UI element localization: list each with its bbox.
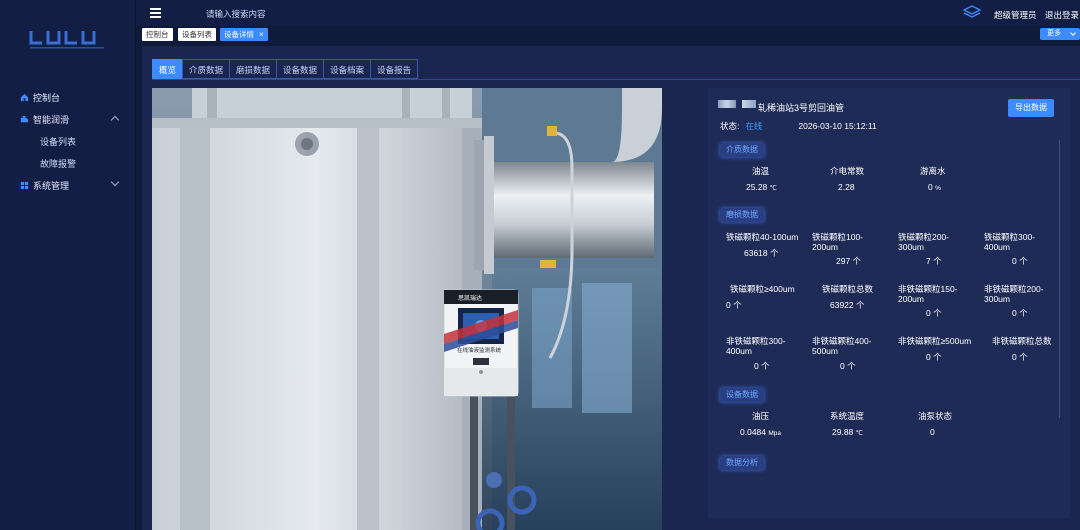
wear-value: 0 个 bbox=[1012, 352, 1028, 362]
sidebar-item-console[interactable]: 控制台 bbox=[0, 86, 136, 108]
chevron-down-icon bbox=[1070, 30, 1076, 36]
equipment-label: 系统温度 bbox=[830, 411, 865, 421]
device-photo: 思凯瑞达 在线油液监测系统 bbox=[152, 88, 662, 530]
close-icon[interactable]: × bbox=[259, 30, 264, 39]
more-dropdown[interactable]: 更多 bbox=[1040, 28, 1080, 40]
wear-label: 铁磁颗粒总数 bbox=[822, 284, 874, 294]
chevron-up-icon bbox=[110, 115, 120, 125]
main-panel: 概览 介质数据 磨损数据 设备数据 设备档案 设备报告 思凯瑞达 在线油液监测系… bbox=[142, 46, 1080, 530]
tag-device-detail[interactable]: 设备详情 × bbox=[220, 28, 268, 41]
sidebar-item-system-management[interactable]: 系统管理 bbox=[0, 174, 136, 196]
section-wear-data[interactable]: 磨损数据 bbox=[720, 208, 764, 222]
medium-label: 介电常数 bbox=[830, 166, 865, 176]
wear-label: 非铁磁颗粒200-300um bbox=[984, 284, 1044, 304]
sidebar-item-label: 智能润滑 bbox=[33, 114, 70, 125]
medium-label: 油温 bbox=[752, 166, 770, 176]
wear-label: 非铁磁颗粒300-400um bbox=[726, 336, 786, 356]
equipment-value: 0.0484 Mpa bbox=[740, 427, 782, 437]
wear-label: 非铁磁颗粒400-500um bbox=[812, 336, 872, 356]
sidebar-item-label: 系统管理 bbox=[33, 180, 70, 191]
sidebar-item-label: 控制台 bbox=[33, 92, 61, 103]
monitor-brand: 思凯瑞达 bbox=[458, 294, 482, 302]
scroll-track bbox=[1059, 140, 1060, 418]
sidebar-item-smart-lubrication[interactable]: 智能润滑 bbox=[0, 108, 136, 130]
export-data-button[interactable]: 导出数据 bbox=[1008, 99, 1054, 117]
device-name: 轧稀油站3号剪回油管 bbox=[758, 103, 845, 113]
brand-logo bbox=[29, 31, 104, 49]
grid-icon bbox=[20, 181, 29, 189]
section-equipment-data[interactable]: 设备数据 bbox=[720, 388, 764, 402]
wear-label: 铁磁颗粒40-100um bbox=[726, 232, 799, 242]
sidebar-item-device-list[interactable]: 设备列表 bbox=[0, 130, 136, 152]
wear-value: 297 个 bbox=[836, 256, 862, 266]
lubrication-icon bbox=[20, 115, 29, 122]
search-input[interactable]: 请输入搜索内容 bbox=[206, 8, 266, 20]
wear-label: 铁磁颗粒300-400um bbox=[984, 232, 1036, 252]
redacted-name-part bbox=[742, 100, 756, 108]
sidebar-item-label: 故障报警 bbox=[40, 158, 77, 169]
status-label: 状态: bbox=[720, 121, 740, 131]
wear-value: 0 个 bbox=[1012, 256, 1028, 266]
wear-value: 7 个 bbox=[926, 256, 942, 266]
wear-value: 63922 个 bbox=[830, 300, 865, 310]
logout-button[interactable]: 退出登录 bbox=[1045, 9, 1079, 21]
tab-equipment-report[interactable]: 设备报告 bbox=[370, 59, 419, 79]
sidebar-item-label: 设备列表 bbox=[40, 136, 77, 147]
wear-value: 0 个 bbox=[840, 361, 856, 371]
tag-console[interactable]: 控制台 bbox=[142, 28, 173, 41]
wear-label: 铁磁颗粒100-200um bbox=[812, 232, 864, 252]
wear-label: 非铁磁颗粒≥500um bbox=[898, 336, 972, 346]
user-name[interactable]: 超级管理员 bbox=[994, 9, 1037, 21]
more-label: 更多 bbox=[1047, 30, 1061, 37]
wear-value: 0 个 bbox=[926, 308, 942, 318]
medium-value: 25.28 ℃ bbox=[746, 182, 777, 192]
tag-bar: 控制台 设备列表 设备详情 × 更多 bbox=[136, 26, 1080, 44]
wear-value: 0 个 bbox=[926, 352, 942, 362]
tag-device-list[interactable]: 设备列表 bbox=[178, 28, 216, 41]
equipment-value: 0 bbox=[930, 427, 935, 437]
equipment-label: 油压 bbox=[752, 411, 770, 421]
tab-medium-data[interactable]: 介质数据 bbox=[182, 59, 230, 79]
wear-value: 0 个 bbox=[726, 300, 742, 310]
section-medium-data[interactable]: 介质数据 bbox=[720, 143, 764, 157]
tab-wear-data[interactable]: 磨损数据 bbox=[229, 59, 277, 79]
medium-label: 游离水 bbox=[920, 166, 946, 176]
tab-overview[interactable]: 概览 bbox=[152, 59, 183, 79]
equipment-value: 29.88 ℃ bbox=[832, 427, 863, 437]
sidebar: 控制台 智能润滑 设备列表 故障报警 系统管理 bbox=[0, 0, 136, 530]
top-header: 请输入搜索内容 超级管理员 退出登录 bbox=[136, 0, 1080, 26]
redacted-name-part bbox=[718, 100, 736, 108]
wear-label: 非铁磁颗粒总数 bbox=[992, 336, 1052, 346]
tab-equipment-data[interactable]: 设备数据 bbox=[276, 59, 324, 79]
tab-equipment-archive[interactable]: 设备档案 bbox=[323, 59, 371, 79]
status-badge: 在线 bbox=[745, 121, 763, 131]
sidebar-item-fault-alarm[interactable]: 故障报警 bbox=[0, 152, 136, 174]
status-timestamp: 2026-03-10 15:12:11 bbox=[798, 121, 877, 131]
section-data-analysis[interactable]: 数据分析 bbox=[720, 456, 764, 470]
tag-label: 设备列表 bbox=[182, 30, 212, 39]
menu-toggle-icon[interactable] bbox=[150, 8, 161, 18]
medium-value: 0 % bbox=[928, 182, 941, 192]
device-illustration: 思凯瑞达 在线油液监测系统 bbox=[152, 88, 662, 530]
wear-label: 铁磁颗粒200-300um bbox=[898, 232, 950, 252]
tab-divider bbox=[152, 79, 1080, 80]
equipment-label: 油泵状态 bbox=[918, 411, 953, 421]
status-row: 状态: 在线 2026-03-10 15:12:11 bbox=[720, 120, 877, 132]
wear-value: 0 个 bbox=[1012, 308, 1028, 318]
tag-label: 设备详情 bbox=[224, 30, 254, 39]
layers-icon[interactable] bbox=[963, 5, 981, 21]
detail-tabs: 概览 介质数据 磨损数据 设备数据 设备档案 设备报告 bbox=[152, 59, 419, 79]
wear-value: 63618 个 bbox=[744, 248, 779, 258]
wear-value: 0 个 bbox=[754, 361, 770, 371]
sidebar-nav: 控制台 智能润滑 设备列表 故障报警 系统管理 bbox=[0, 86, 136, 196]
wear-label: 非铁磁颗粒150-200um bbox=[898, 284, 958, 304]
wear-label: 铁磁颗粒≥400um bbox=[730, 284, 795, 294]
medium-value: 2.28 bbox=[838, 182, 855, 192]
device-info-panel: 轧稀油站3号剪回油管 导出数据 状态: 在线 2026-03-10 15:12:11… bbox=[708, 88, 1070, 518]
home-icon bbox=[20, 93, 29, 101]
tag-label: 控制台 bbox=[146, 30, 169, 39]
monitor-caption: 在线油液监测系统 bbox=[457, 346, 502, 354]
chevron-down-icon bbox=[110, 177, 120, 187]
